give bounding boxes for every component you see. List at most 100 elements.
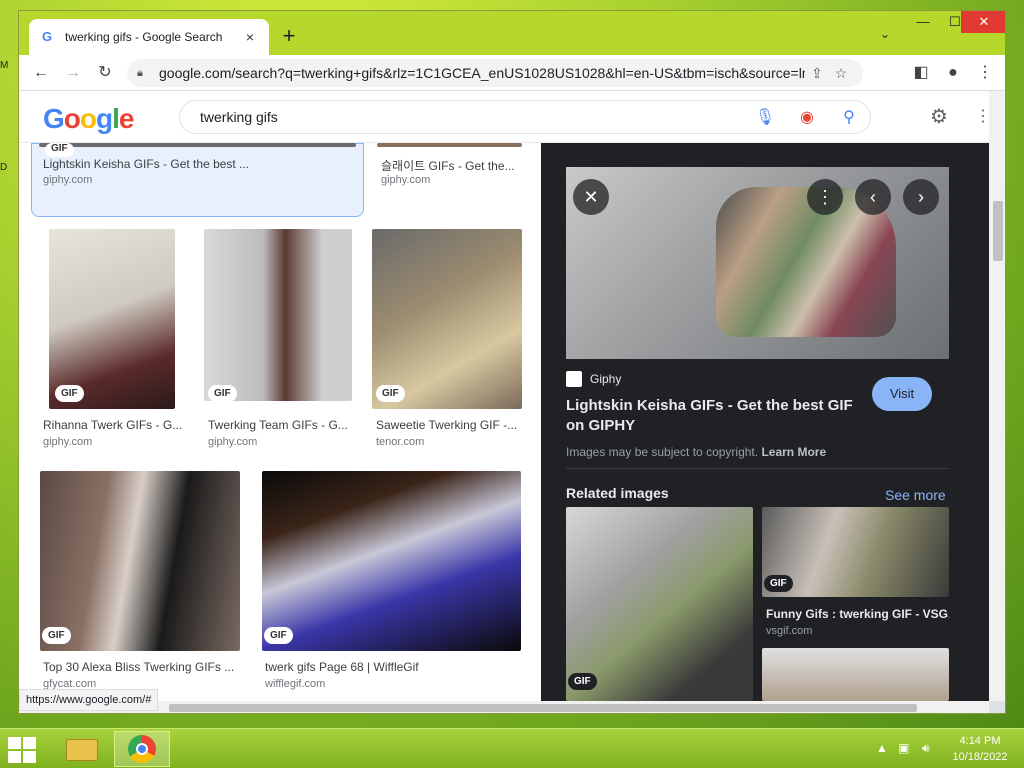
gif-badge: GIF: [42, 627, 71, 644]
address-bar[interactable]: 🔒︎ google.com/search?q=twerking+gifs&rlz…: [127, 59, 863, 87]
tab-close-icon[interactable]: ×: [241, 28, 259, 46]
gif-badge: GIF: [55, 385, 84, 402]
close-window-button[interactable]: ✕: [961, 11, 1005, 33]
result-thumbnail[interactable]: [39, 143, 356, 147]
related-images-heading: Related images: [566, 485, 669, 501]
result-title[interactable]: Lightskin Keisha GIFs - Get the best ...: [43, 157, 353, 171]
related-thumbnail[interactable]: [762, 648, 949, 701]
side-panel-icon[interactable]: ◧: [909, 61, 933, 85]
result-title[interactable]: 슬래이트 GIFs - Get the...: [381, 157, 521, 174]
result-title[interactable]: Rihanna Twerk GIFs - G...: [43, 418, 193, 432]
close-preview-icon[interactable]: ✕: [573, 179, 609, 215]
result-source[interactable]: giphy.com: [43, 174, 92, 186]
desktop-icon-fragment[interactable]: D: [0, 162, 7, 173]
result-source[interactable]: giphy.com: [208, 436, 257, 448]
status-bar-url: https://www.google.com/#: [19, 689, 159, 711]
volume-icon[interactable]: 🔊︎: [922, 741, 930, 756]
gif-badge: GIF: [764, 575, 793, 592]
taskbar: ▲ ▣ 🔊︎ 4:14 PM 10/18/2022: [0, 728, 1024, 768]
network-icon[interactable]: ▣: [898, 741, 909, 755]
result-thumbnail[interactable]: [372, 229, 522, 409]
google-logo[interactable]: Google: [43, 103, 134, 135]
browser-menu-kebab-icon[interactable]: ⋮: [973, 61, 997, 85]
visit-button[interactable]: Visit: [872, 377, 932, 411]
result-card[interactable]: GIF: [40, 471, 240, 651]
next-chevron-icon[interactable]: ›: [903, 179, 939, 215]
result-title[interactable]: Top 30 Alexa Bliss Twerking GIFs ...: [43, 660, 243, 674]
gif-badge: GIF: [45, 143, 74, 157]
image-results-grid: GIF Lightskin Keisha GIFs - Get the best…: [19, 143, 541, 701]
result-card[interactable]: GIF: [49, 229, 175, 409]
url-text[interactable]: google.com/search?q=twerking+gifs&rlz=1C…: [159, 65, 805, 81]
gif-badge: GIF: [264, 627, 293, 644]
tab-title: twerking gifs - Google Search: [65, 30, 223, 44]
result-source[interactable]: giphy.com: [381, 174, 430, 186]
share-icon[interactable]: ⇪: [805, 65, 829, 82]
profile-avatar-icon[interactable]: ●: [941, 61, 965, 85]
result-thumbnail[interactable]: [204, 229, 352, 401]
vertical-scrollbar[interactable]: [989, 91, 1005, 701]
result-card[interactable]: GIF: [262, 471, 521, 651]
gif-badge: GIF: [568, 673, 597, 690]
windows-start-icon[interactable]: [8, 737, 38, 763]
result-thumbnail[interactable]: [49, 229, 175, 409]
result-thumbnail[interactable]: [40, 471, 240, 651]
divider: [566, 468, 949, 469]
source-name[interactable]: Giphy: [590, 372, 621, 386]
minimize-button[interactable]: —: [907, 11, 939, 33]
desktop-icon-fragment[interactable]: M: [0, 60, 8, 71]
back-arrow-icon[interactable]: ←: [29, 61, 53, 85]
file-explorer-icon[interactable]: [56, 731, 112, 767]
result-title[interactable]: twerk gifs Page 68 | WiffleGif: [265, 660, 521, 674]
previous-chevron-icon[interactable]: ‹: [855, 179, 891, 215]
tab-search-chevron-icon[interactable]: ⌄: [875, 27, 895, 47]
preview-image[interactable]: [566, 167, 949, 359]
see-more-link[interactable]: See more: [885, 487, 946, 503]
result-thumbnail[interactable]: [262, 471, 521, 651]
clock-date: 10/18/2022: [952, 751, 1008, 763]
preview-source[interactable]: Giphy: [566, 371, 621, 387]
result-title[interactable]: Twerking Team GIFs - G...: [208, 418, 358, 432]
show-hidden-icons-icon[interactable]: ▲: [876, 741, 888, 755]
google-favicon-icon: G: [41, 29, 53, 44]
result-card[interactable]: GIF: [372, 229, 522, 409]
page-content: Google twerking gifs 🎙︎ ◉ ⚲ ⚙ ⋮⋮ GIF Lig…: [19, 91, 989, 701]
related-source[interactable]: vsgif.com: [766, 625, 812, 637]
result-card[interactable]: GIF: [204, 229, 352, 402]
related-title[interactable]: Funny Gifs : twerking GIF - VSG...: [766, 607, 949, 621]
browser-window: G twerking gifs - Google Search × + ⌄ — …: [18, 10, 1006, 714]
result-source[interactable]: giphy.com: [43, 436, 92, 448]
settings-gear-icon[interactable]: ⚙: [927, 105, 951, 129]
scroll-thumb[interactable]: [993, 201, 1003, 261]
system-clock[interactable]: 4:14 PM 10/18/2022: [944, 733, 1016, 765]
giphy-favicon-icon: [566, 371, 582, 387]
result-source[interactable]: wifflegif.com: [265, 678, 325, 690]
tab-bar: G twerking gifs - Google Search × + ⌄ — …: [19, 11, 1005, 55]
chrome-taskbar-icon[interactable]: [114, 731, 170, 767]
browser-toolbar: ← → ↻ 🔒︎ google.com/search?q=twerking+gi…: [19, 55, 1005, 91]
lock-icon[interactable]: 🔒︎: [137, 67, 151, 80]
scroll-thumb[interactable]: [169, 704, 917, 712]
bookmark-star-icon[interactable]: ☆: [829, 65, 853, 82]
tab-google-search[interactable]: G twerking gifs - Google Search ×: [29, 19, 269, 55]
camera-lens-icon[interactable]: ◉: [786, 107, 828, 127]
new-tab-button[interactable]: +: [277, 25, 301, 49]
search-input[interactable]: twerking gifs: [200, 109, 744, 125]
copyright-notice: Images may be subject to copyright. Lear…: [566, 445, 827, 459]
result-source[interactable]: tenor.com: [376, 436, 424, 448]
search-box[interactable]: twerking gifs 🎙︎ ◉ ⚲: [179, 100, 871, 134]
more-options-icon[interactable]: ⋮: [807, 179, 843, 215]
horizontal-scrollbar[interactable]: [19, 701, 989, 713]
related-thumbnail[interactable]: [566, 507, 753, 701]
preview-title[interactable]: Lightskin Keisha GIFs - Get the best GIF…: [566, 396, 866, 436]
gif-badge: GIF: [208, 385, 237, 402]
learn-more-link[interactable]: Learn More: [761, 445, 826, 459]
search-header: Google twerking gifs 🎙︎ ◉ ⚲ ⚙ ⋮⋮: [19, 91, 989, 143]
forward-arrow-icon[interactable]: →: [61, 61, 85, 85]
apps-grid-icon[interactable]: ⋮⋮: [975, 105, 989, 129]
search-magnifier-icon[interactable]: ⚲: [828, 107, 870, 127]
result-title[interactable]: Saweetie Twerking GIF -...: [376, 418, 522, 432]
microphone-icon[interactable]: 🎙︎: [744, 107, 786, 127]
reload-icon[interactable]: ↻: [93, 61, 117, 85]
result-thumbnail[interactable]: [377, 143, 522, 147]
